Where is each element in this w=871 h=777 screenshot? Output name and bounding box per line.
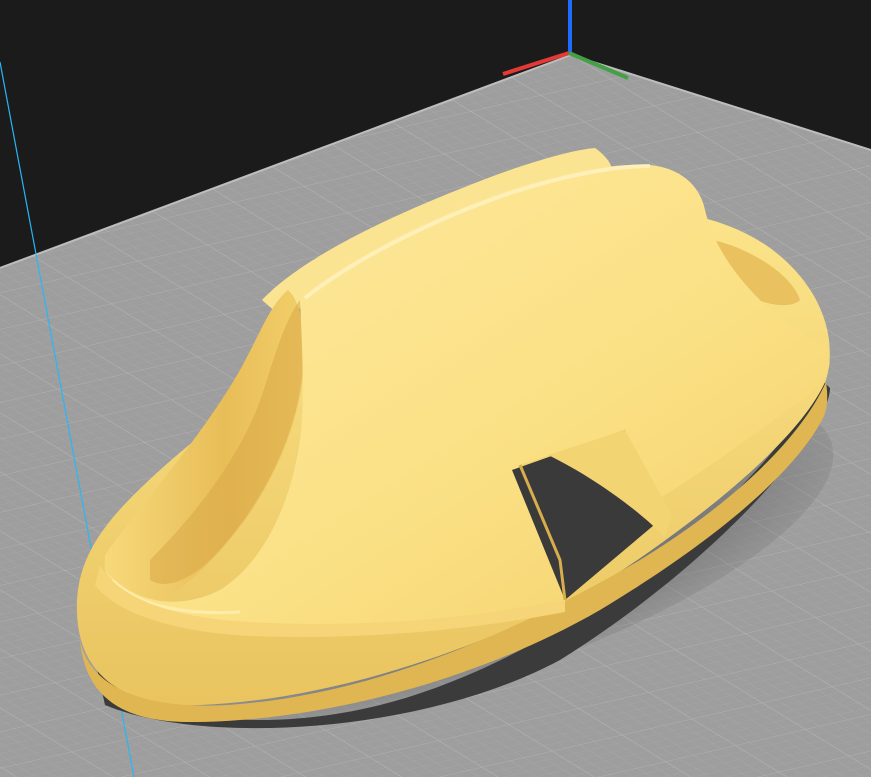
scene-canvas[interactable] — [0, 0, 871, 777]
3d-viewport[interactable] — [0, 0, 871, 777]
